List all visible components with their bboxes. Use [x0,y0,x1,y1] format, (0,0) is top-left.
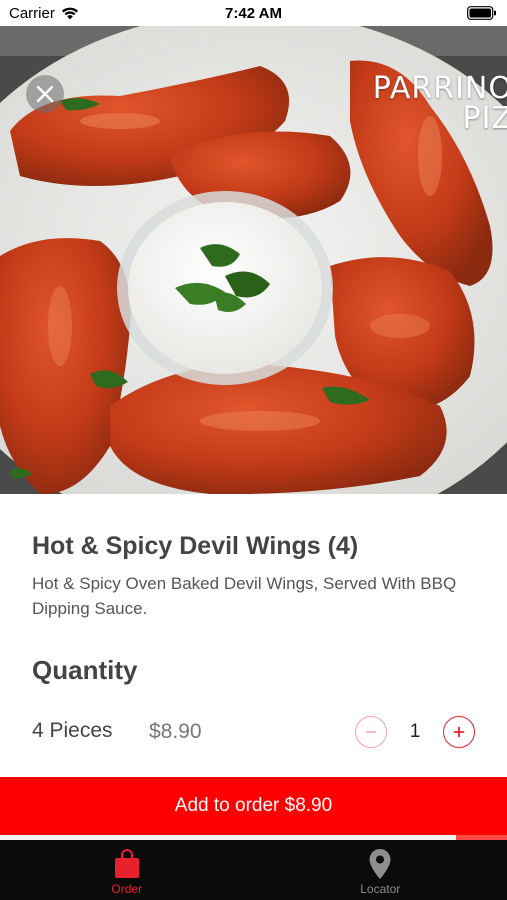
tab-locator-label: Locator [360,882,401,896]
quantity-value: 1 [409,721,421,742]
tab-locator[interactable]: Locator [254,840,507,900]
option-price: $8.90 [149,720,202,743]
increment-button[interactable] [443,716,475,748]
tab-bar: Order Locator [0,840,507,900]
minus-icon [365,731,377,733]
status-time: 7:42 AM [225,5,282,22]
quantity-option-row: 4 Pieces $8.90 1 [32,716,482,750]
decrement-button[interactable] [355,716,387,748]
close-icon [36,85,54,103]
battery-icon [467,6,497,25]
add-to-order-button[interactable]: Add to order $8.90 [0,777,507,835]
brand-line-1: PARRINO [372,71,507,106]
quantity-heading: Quantity [32,655,138,685]
item-description: Hot & Spicy Oven Baked Devil Wings, Serv… [32,574,457,618]
option-name: 4 Pieces [32,719,113,742]
tab-order[interactable]: Order [0,840,254,900]
item-title: Hot & Spicy Devil Wings (4) [32,532,359,560]
product-image: PARRINO PIZ [0,26,507,494]
add-to-order-label: Add to order $8.90 [174,795,333,816]
status-bar: Carrier 7:42 AM [0,0,507,26]
plus-icon [453,726,465,738]
brand-watermark: PARRINO PIZ [373,74,507,134]
tab-order-label: Order [111,882,143,896]
shopping-bag-icon [113,849,141,879]
map-pin-icon [368,849,392,879]
brand-line-2: PIZ [462,101,507,136]
close-button[interactable] [26,75,64,113]
